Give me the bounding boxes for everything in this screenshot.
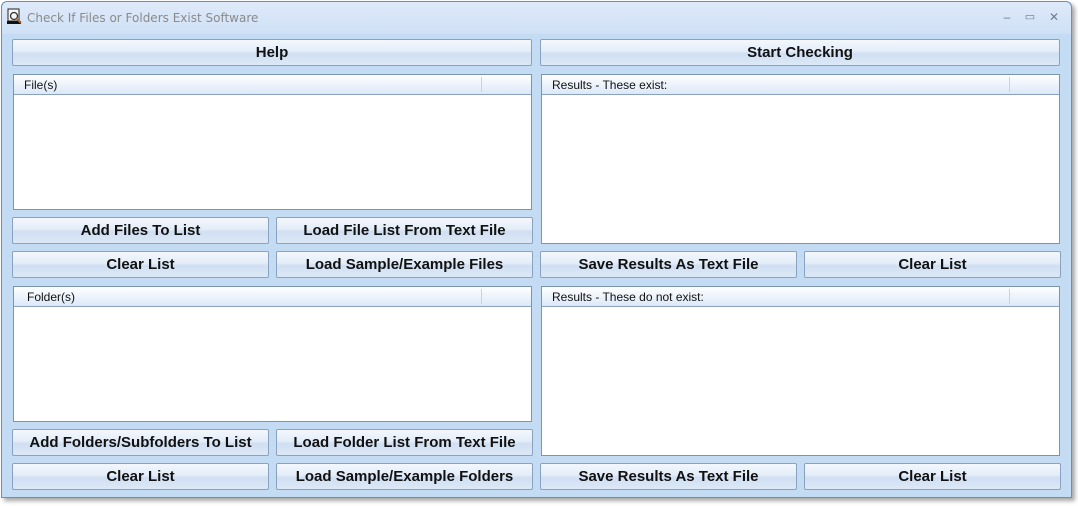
results-exist-list[interactable]: Results - These exist: (541, 74, 1060, 244)
add-files-button[interactable]: Add Files To List (12, 217, 269, 244)
results-not-exist-body[interactable] (542, 307, 1059, 455)
results-not-exist-list[interactable]: Results - These do not exist: (541, 286, 1060, 456)
app-window: Check If Files or Folders Exist Software… (1, 1, 1072, 498)
files-list[interactable]: File(s) (13, 74, 532, 210)
load-sample-folders-button[interactable]: Load Sample/Example Folders (276, 463, 533, 490)
results-exist-body[interactable] (542, 95, 1059, 243)
folders-list-body[interactable] (14, 307, 531, 421)
close-button[interactable]: ✕ (1044, 8, 1064, 26)
results-not-exist-column-label: Results - These do not exist: (552, 290, 704, 304)
load-file-list-button[interactable]: Load File List From Text File (276, 217, 533, 244)
files-list-body[interactable] (14, 95, 531, 209)
files-column-label: File(s) (24, 78, 58, 92)
add-folders-button[interactable]: Add Folders/Subfolders To List (12, 429, 269, 456)
minimize-button[interactable]: – (997, 8, 1017, 26)
help-button[interactable]: Help (12, 39, 532, 66)
maximize-button[interactable]: ▭ (1020, 8, 1040, 26)
save-results-exist-button[interactable]: Save Results As Text File (540, 251, 797, 278)
folders-list-header[interactable]: Folder(s) (14, 287, 531, 307)
folders-column-label: Folder(s) (27, 290, 76, 304)
clear-results-exist-button[interactable]: Clear List (804, 251, 1061, 278)
results-exist-header[interactable]: Results - These exist: (542, 75, 1059, 95)
folders-list[interactable]: Folder(s) (13, 286, 532, 422)
load-sample-files-button[interactable]: Load Sample/Example Files (276, 251, 533, 278)
column-separator[interactable] (1009, 77, 1010, 92)
load-folder-list-button[interactable]: Load Folder List From Text File (276, 429, 533, 456)
results-exist-column-label: Results - These exist: (552, 78, 668, 92)
column-separator[interactable] (481, 289, 482, 304)
save-results-not-exist-button[interactable]: Save Results As Text File (540, 463, 797, 490)
start-checking-button[interactable]: Start Checking (540, 39, 1060, 66)
clear-folders-button[interactable]: Clear List (12, 463, 269, 490)
results-not-exist-header[interactable]: Results - These do not exist: (542, 287, 1059, 307)
clear-files-button[interactable]: Clear List (12, 251, 269, 278)
window-title: Check If Files or Folders Exist Software (27, 11, 259, 25)
magnifier-app-icon (7, 8, 22, 24)
column-separator[interactable] (481, 77, 482, 92)
clear-results-not-exist-button[interactable]: Clear List (804, 463, 1061, 490)
title-bar[interactable]: Check If Files or Folders Exist Software… (2, 2, 1071, 34)
files-list-header[interactable]: File(s) (14, 75, 531, 95)
column-separator[interactable] (1009, 289, 1010, 304)
